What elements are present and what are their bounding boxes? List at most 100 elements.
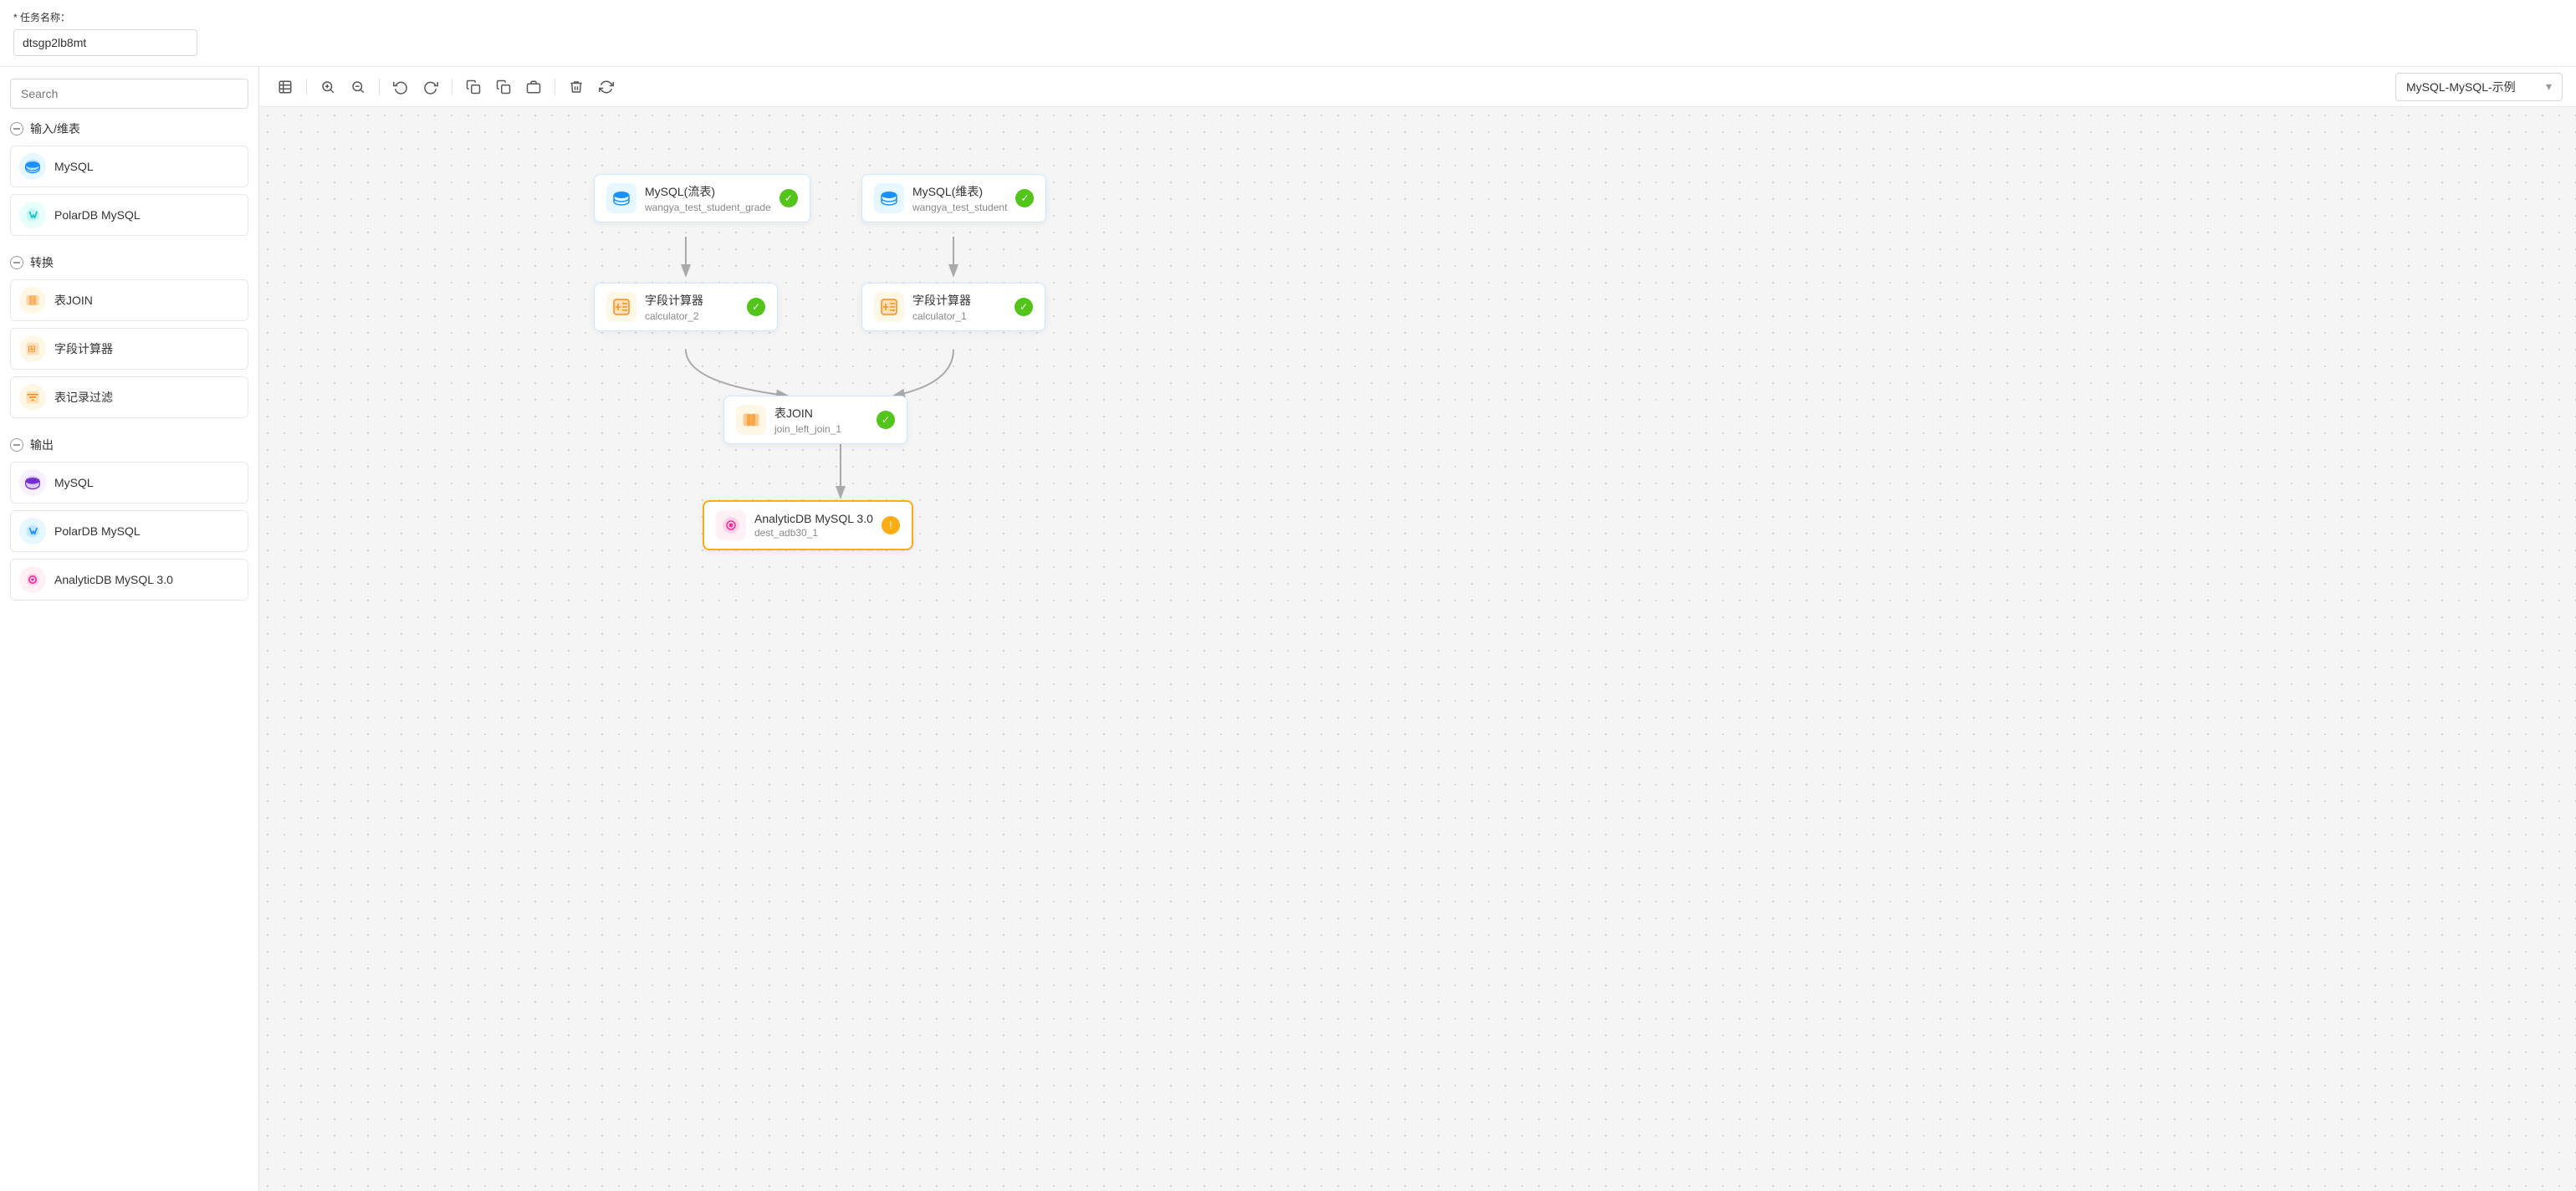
refresh-btn[interactable] bbox=[594, 74, 619, 100]
table-join-node-icon bbox=[736, 405, 766, 435]
zoom-out-btn[interactable] bbox=[345, 74, 371, 100]
polardb-input-label: PolarDB MySQL bbox=[54, 208, 141, 222]
analyticdb-output-label: AnalyticDB MySQL 3.0 bbox=[54, 573, 173, 586]
table-join-node-status: ✓ bbox=[877, 411, 895, 429]
zoom-in-btn[interactable] bbox=[315, 74, 340, 100]
mysql-dim-status: ✓ bbox=[1015, 189, 1034, 207]
section-transform-label: 转换 bbox=[30, 254, 54, 271]
section-input-label: 输入/维表 bbox=[30, 120, 80, 137]
arrow-calc2-to-join bbox=[686, 350, 786, 396]
calc-1-info: 字段计算器 calculator_1 bbox=[912, 292, 1006, 322]
table-join-node-sub: join_left_join_1 bbox=[774, 423, 868, 435]
sidebar-item-field-calc[interactable]: ⊞ 字段计算器 bbox=[10, 328, 248, 370]
section-input-header[interactable]: 输入/维表 bbox=[10, 120, 248, 137]
sidebar: 输入/维表 MySQL bbox=[0, 67, 259, 1191]
analyticdb-node-title: AnalyticDB MySQL 3.0 bbox=[754, 512, 873, 525]
polardb-output-icon bbox=[19, 518, 46, 544]
page-wrapper: * 任务名称： 输入/维表 bbox=[0, 0, 2576, 1191]
arrows-svg bbox=[259, 107, 2576, 1191]
task-name-input[interactable] bbox=[13, 29, 197, 56]
top-bar: * 任务名称： bbox=[0, 0, 2576, 67]
table-join-node-title: 表JOIN bbox=[774, 405, 868, 422]
calc-2-sub: calculator_2 bbox=[645, 310, 739, 322]
section-transform-header[interactable]: 转换 bbox=[10, 254, 248, 271]
calc-2-icon bbox=[606, 292, 636, 322]
mysql-dim-sub: wangya_test_student bbox=[912, 202, 1007, 213]
delete-btn[interactable] bbox=[564, 74, 589, 100]
node-analyticdb[interactable]: AnalyticDB MySQL 3.0 dest_adb30_1 ! bbox=[703, 500, 913, 550]
node-mysql-stream[interactable]: MySQL(流表) wangya_test_student_grade ✓ bbox=[594, 174, 810, 222]
mysql-stream-icon bbox=[606, 183, 636, 213]
arrow-calc1-to-join bbox=[895, 350, 953, 396]
mysql-output-icon bbox=[19, 469, 46, 496]
mysql-stream-title: MySQL(流表) bbox=[645, 183, 771, 200]
collapse-transform-icon bbox=[10, 256, 23, 269]
sidebar-item-analyticdb-output[interactable]: AnalyticDB MySQL 3.0 bbox=[10, 559, 248, 601]
sidebar-item-polardb-input[interactable]: PolarDB MySQL bbox=[10, 194, 248, 236]
polardb-input-icon bbox=[19, 202, 46, 228]
analyticdb-node-info: AnalyticDB MySQL 3.0 dest_adb30_1 bbox=[754, 512, 873, 539]
mysql-dim-icon bbox=[874, 183, 904, 213]
mysql-output-label: MySQL bbox=[54, 476, 94, 489]
section-output-header[interactable]: 输出 bbox=[10, 437, 248, 453]
table-join-sidebar-icon bbox=[19, 287, 46, 314]
calc-1-status: ✓ bbox=[1015, 298, 1033, 316]
mysql-dim-info: MySQL(维表) wangya_test_student bbox=[912, 183, 1007, 213]
calc-2-info: 字段计算器 calculator_2 bbox=[645, 292, 739, 322]
record-filter-sidebar-label: 表记录过滤 bbox=[54, 389, 113, 406]
toolbar: MySQL-MySQL-示例 ▾ bbox=[259, 67, 2576, 107]
calc-2-status: ✓ bbox=[747, 298, 765, 316]
analyticdb-node-sub: dest_adb30_1 bbox=[754, 527, 873, 539]
section-transform: 转换 表JOIN bbox=[10, 254, 248, 425]
section-input: 输入/维表 MySQL bbox=[10, 120, 248, 243]
calc-1-sub: calculator_1 bbox=[912, 310, 1006, 322]
node-calc-2[interactable]: 字段计算器 calculator_2 ✓ bbox=[594, 283, 778, 331]
sidebar-item-polardb-output[interactable]: PolarDB MySQL bbox=[10, 510, 248, 552]
field-calc-sidebar-icon: ⊞ bbox=[19, 335, 46, 362]
copy-btn-3[interactable] bbox=[521, 74, 546, 100]
canvas[interactable]: MySQL(流表) wangya_test_student_grade ✓ bbox=[259, 107, 2576, 1191]
section-output-label: 输出 bbox=[30, 437, 54, 453]
sidebar-item-mysql-output[interactable]: MySQL bbox=[10, 462, 248, 503]
polardb-output-label: PolarDB MySQL bbox=[54, 524, 141, 538]
mysql-stream-sub: wangya_test_student_grade bbox=[645, 202, 771, 213]
divider-2 bbox=[379, 79, 380, 95]
mysql-stream-status: ✓ bbox=[779, 189, 798, 207]
datasource-label: MySQL-MySQL-示例 bbox=[2406, 79, 2516, 95]
node-mysql-dim[interactable]: MySQL(维表) wangya_test_student ✓ bbox=[861, 174, 1046, 222]
calc-1-icon bbox=[874, 292, 904, 322]
sidebar-item-record-filter[interactable]: 表记录过滤 bbox=[10, 376, 248, 418]
section-output: 输出 MySQL bbox=[10, 437, 248, 607]
sidebar-item-table-join[interactable]: 表JOIN bbox=[10, 279, 248, 321]
main-content: 输入/维表 MySQL bbox=[0, 67, 2576, 1191]
analyticdb-output-icon bbox=[19, 566, 46, 593]
undo-btn[interactable] bbox=[388, 74, 413, 100]
sidebar-item-mysql-input[interactable]: MySQL bbox=[10, 146, 248, 187]
table-join-node-info: 表JOIN join_left_join_1 bbox=[774, 405, 868, 435]
redo-btn[interactable] bbox=[418, 74, 443, 100]
task-name-label: * 任务名称： bbox=[13, 10, 2563, 24]
copy-btn-2[interactable] bbox=[491, 74, 516, 100]
datasource-select[interactable]: MySQL-MySQL-示例 ▾ bbox=[2395, 73, 2563, 101]
canvas-area: MySQL-MySQL-示例 ▾ bbox=[259, 67, 2576, 1191]
search-input[interactable] bbox=[10, 79, 248, 109]
copy-btn-1[interactable] bbox=[461, 74, 486, 100]
analyticdb-node-status: ! bbox=[882, 516, 900, 534]
analyticdb-node-icon bbox=[716, 510, 746, 540]
divider-1 bbox=[306, 79, 307, 95]
collapse-output-icon bbox=[10, 438, 23, 452]
mysql-stream-info: MySQL(流表) wangya_test_student_grade bbox=[645, 183, 771, 213]
mysql-input-label: MySQL bbox=[54, 160, 94, 173]
collapse-input-icon bbox=[10, 122, 23, 135]
list-btn[interactable] bbox=[273, 74, 298, 100]
node-calc-1[interactable]: 字段计算器 calculator_1 ✓ bbox=[861, 283, 1045, 331]
calc-2-title: 字段计算器 bbox=[645, 292, 739, 309]
calc-1-title: 字段计算器 bbox=[912, 292, 1006, 309]
svg-text:⊞: ⊞ bbox=[28, 344, 36, 355]
table-join-sidebar-label: 表JOIN bbox=[54, 292, 93, 309]
record-filter-sidebar-icon bbox=[19, 384, 46, 411]
node-table-join[interactable]: 表JOIN join_left_join_1 ✓ bbox=[723, 396, 907, 444]
chevron-down-icon: ▾ bbox=[2546, 79, 2552, 94]
mysql-dim-title: MySQL(维表) bbox=[912, 183, 1007, 200]
field-calc-sidebar-label: 字段计算器 bbox=[54, 340, 113, 357]
